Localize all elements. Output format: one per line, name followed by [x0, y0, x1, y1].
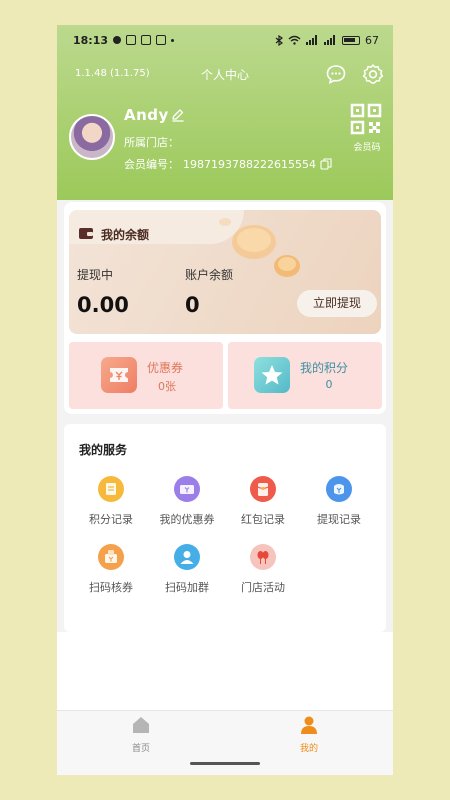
tab-mine[interactable]: 我的	[279, 715, 339, 754]
member-id: 1987193788222615554	[183, 157, 316, 171]
notification-icon	[113, 36, 122, 44]
tab-mine-label: 我的	[299, 744, 318, 754]
qr-code-icon[interactable]	[350, 103, 382, 135]
taobao-notification-icon	[156, 35, 167, 45]
more-notifications-icon	[171, 38, 175, 42]
service-label: 红包记录	[241, 513, 285, 526]
store-activity-icon	[250, 544, 276, 570]
withdrawing-label: 提现中	[77, 268, 114, 282]
coupon-icon	[174, 476, 200, 502]
blank-area	[57, 632, 393, 710]
user-icon	[301, 716, 317, 734]
balance-title: 我的余额	[101, 228, 150, 242]
status-time: 18:13	[73, 33, 109, 47]
top-nav: 1.1.48 (1.1.75) 个人中心	[57, 63, 393, 87]
star-icon	[254, 357, 290, 393]
status-bar: 18:13 67	[57, 25, 393, 55]
red-packet-icon	[250, 476, 276, 502]
service-my-coupons[interactable]: 我的优惠券	[149, 476, 225, 536]
service-scan-group[interactable]: 扫码加群	[149, 544, 225, 604]
store-label: 所属门店：	[124, 136, 179, 149]
scan-group-icon	[174, 544, 200, 570]
service-label: 门店活动	[241, 581, 285, 594]
signal-icon-2	[324, 35, 335, 45]
withdraw-button[interactable]: 立即提现	[297, 290, 377, 317]
member-number: 会员编号： 1987193788222615554	[124, 156, 332, 172]
home-indicator	[190, 762, 260, 765]
home-icon	[133, 717, 149, 733]
avatar[interactable]	[69, 114, 115, 160]
service-label: 积分记录	[89, 513, 133, 526]
wifi-icon	[288, 35, 301, 45]
user-name: Andy	[124, 106, 169, 124]
service-red-packet-record[interactable]: 红包记录	[225, 476, 301, 536]
scan-coupon-icon	[98, 544, 124, 570]
qr-code-label[interactable]: 会员码	[350, 140, 384, 153]
edit-name-icon[interactable]	[171, 108, 185, 122]
service-label: 提现记录	[317, 513, 361, 526]
account-balance-value: 0	[185, 293, 200, 317]
battery-icon	[342, 35, 360, 45]
coupon-count: 0张	[158, 380, 176, 393]
service-label: 我的优惠券	[159, 513, 215, 526]
coupon-ticket-icon	[101, 357, 137, 393]
points-tile[interactable]: 我的积分 0	[228, 342, 382, 409]
member-label: 会员编号：	[124, 158, 179, 171]
service-label: 扫码加群	[165, 581, 209, 594]
tab-home-label: 首页	[131, 744, 150, 754]
profile-section: Andy 所属门店： 会员编号： 1987193788222615554 会员码	[57, 100, 393, 180]
points-title: 我的积分	[300, 361, 349, 375]
tab-home[interactable]: 首页	[111, 715, 171, 754]
balance-card: 我的余额 提现中 0.00 账户余额 0 立即提现	[69, 210, 381, 334]
bluetooth-icon	[275, 34, 283, 46]
withdrawing-value: 0.00	[77, 293, 129, 317]
battery-level: 67	[365, 33, 379, 47]
signal-icon	[306, 35, 317, 45]
message-icon[interactable]	[325, 63, 347, 85]
service-points-record[interactable]: 积分记录	[73, 476, 149, 536]
withdraw-record-icon	[326, 476, 352, 502]
coupon-tile[interactable]: 优惠券 0张	[69, 342, 223, 409]
services-card: 我的服务 积分记录 我的优惠券 红包记录 提现记录 扫码核券 扫码加群 门店活动	[64, 424, 386, 632]
points-record-icon	[98, 476, 124, 502]
app-notification-icon	[126, 35, 137, 45]
account-balance-label: 账户余额	[185, 268, 234, 282]
service-store-activity[interactable]: 门店活动	[225, 544, 301, 604]
app-notification-icon-2	[141, 35, 152, 45]
copy-icon[interactable]	[320, 158, 332, 170]
wallet-icon	[79, 228, 93, 239]
service-scan-coupon[interactable]: 扫码核券	[73, 544, 149, 604]
service-label: 扫码核券	[89, 581, 133, 594]
settings-gear-icon[interactable]	[362, 63, 384, 85]
phone-screen: 18:13 67 1.1.48 (1.1.75) 个人中心 Andy 所属门店：…	[57, 25, 393, 775]
services-title: 我的服务	[79, 443, 128, 457]
points-value: 0	[325, 378, 333, 391]
coupon-title: 优惠券	[147, 361, 184, 375]
wallet-card: 我的余额 提现中 0.00 账户余额 0 立即提现 优惠券 0张 我的积分 0	[64, 202, 386, 414]
bottom-tab-bar: 首页 我的	[57, 710, 393, 775]
service-withdraw-record[interactable]: 提现记录	[301, 476, 377, 536]
